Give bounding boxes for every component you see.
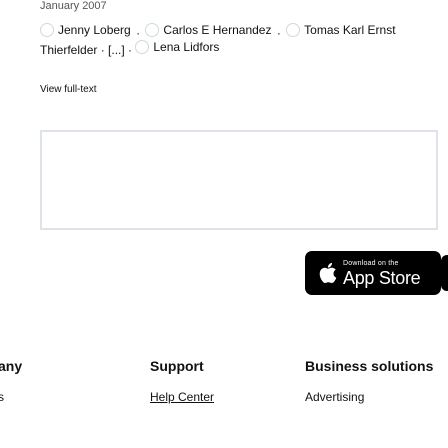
publication-date: January 2007 xyxy=(40,0,107,12)
help-center-link[interactable]: Help Center xyxy=(150,390,214,404)
footer-col-support-title: Support xyxy=(150,358,204,374)
author-item[interactable]: Jenny Loberg xyxy=(40,22,131,38)
author-separator: · xyxy=(136,26,141,40)
ad-placeholder xyxy=(40,130,438,230)
author-item[interactable]: Tomas Karl Ernst xyxy=(286,22,396,38)
avatar xyxy=(286,23,301,37)
avatar xyxy=(40,23,54,37)
advertising-link[interactable]: Advertising xyxy=(305,390,364,404)
app-store-big-text: App Store xyxy=(343,267,421,288)
view-fulltext-link[interactable]: View full-text xyxy=(40,84,97,95)
app-store-small-text: Download on the xyxy=(343,259,399,267)
author-name: Carlos E Hernandez xyxy=(163,23,272,37)
google-play-badge-partial[interactable] xyxy=(441,255,448,291)
author-separator: · xyxy=(276,26,281,40)
app-store-badge[interactable]: Download on the App Store xyxy=(305,251,441,295)
author-item[interactable]: Lena Lidfors xyxy=(135,39,219,55)
avatar xyxy=(145,23,160,37)
page: January 2007 Jenny Loberg · Carlos E Her… xyxy=(0,0,448,448)
footer-col-company-link[interactable]: s xyxy=(0,390,4,404)
author-item[interactable]: Carlos E Hernandez xyxy=(145,22,271,38)
footer-col-company-title: any xyxy=(0,358,23,374)
app-store-text: Download on the App Store xyxy=(343,259,421,288)
author-name: Jenny Loberg xyxy=(58,23,131,37)
author-row-2: Thierfelder · [...] · Lena Lidfors xyxy=(40,39,219,58)
author-name: Lena Lidfors xyxy=(153,40,220,54)
author-name: Tomas Karl Ernst xyxy=(304,23,396,37)
author-truncated[interactable]: Thierfelder · [...] · xyxy=(40,43,132,57)
footer-col-business-title: Business solutions xyxy=(305,358,434,374)
apple-icon xyxy=(319,262,337,284)
avatar xyxy=(135,40,150,54)
